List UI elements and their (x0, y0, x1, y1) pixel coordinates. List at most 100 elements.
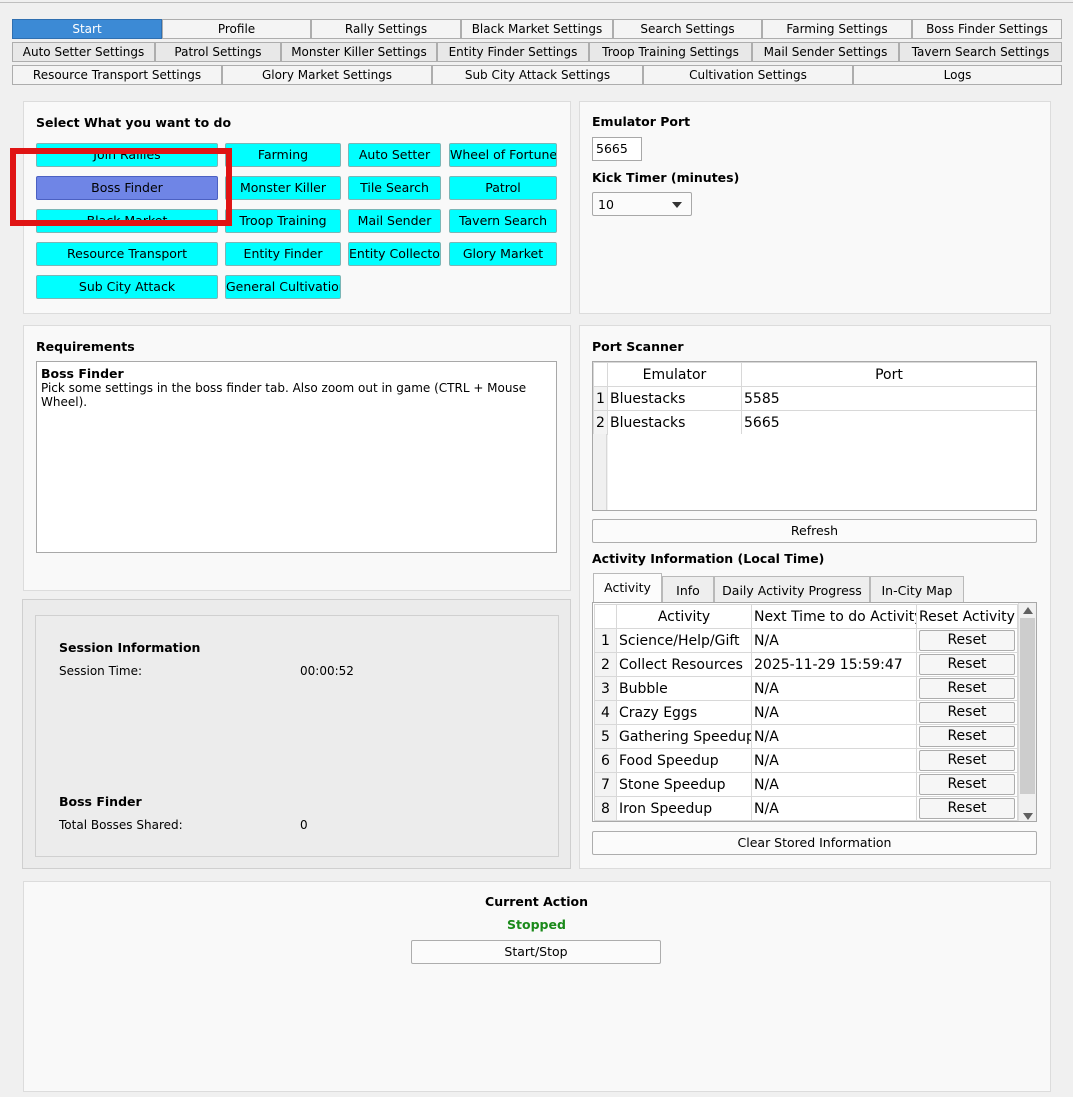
clear-stored-info-button[interactable]: Clear Stored Information (592, 831, 1037, 855)
tab-logs[interactable]: Logs (853, 65, 1062, 85)
activity-scrollbar[interactable] (1018, 603, 1036, 821)
activity-tab-daily-activity-progress[interactable]: Daily Activity Progress (714, 576, 870, 604)
kick-timer-select[interactable]: 10 (592, 192, 692, 216)
monster-killer-button[interactable]: Monster Killer (225, 176, 341, 200)
activity-name-cell[interactable]: Bubble (616, 676, 752, 701)
activity-row[interactable]: 8 Iron Speedup N/A Reset (594, 796, 1018, 821)
next-time-cell[interactable]: N/A (751, 676, 917, 701)
tavern-search-button[interactable]: Tavern Search (449, 209, 557, 233)
reset-cell: Reset (916, 652, 1018, 677)
wheel-of-fortune-button[interactable]: Wheel of Fortune (449, 143, 557, 167)
emulator-cell[interactable]: Bluestacks (607, 386, 742, 411)
reset-button[interactable]: Reset (919, 726, 1015, 747)
tab-tavern-search-settings[interactable]: Tavern Search Settings (899, 42, 1062, 62)
mail-sender-button[interactable]: Mail Sender (348, 209, 441, 233)
auto-setter-button[interactable]: Auto Setter (348, 143, 441, 167)
tile-search-button[interactable]: Tile Search (348, 176, 441, 200)
requirements-heading: Boss Finder (41, 366, 124, 381)
tab-farming-settings[interactable]: Farming Settings (762, 19, 912, 39)
next-time-cell[interactable]: N/A (751, 772, 917, 797)
next-time-cell[interactable]: N/A (751, 628, 917, 653)
emulator-port-input[interactable]: 5665 (592, 137, 642, 161)
scroll-down-icon[interactable] (1023, 813, 1033, 820)
tab-black-market-settings[interactable]: Black Market Settings (461, 19, 613, 39)
entity-collector-button[interactable]: Entity Collector (348, 242, 441, 266)
reset-button[interactable]: Reset (919, 702, 1015, 723)
reset-button[interactable]: Reset (919, 750, 1015, 771)
sub-city-attack-button[interactable]: Sub City Attack (36, 275, 218, 299)
activity-header-next-time[interactable]: Next Time to do Activity (751, 604, 917, 629)
start-stop-button[interactable]: Start/Stop (411, 940, 661, 964)
port-table-header-port[interactable]: Port (741, 362, 1036, 387)
activity-name-cell[interactable]: Food Speedup (616, 748, 752, 773)
reset-button[interactable]: Reset (919, 654, 1015, 675)
requirements-title: Requirements (36, 339, 135, 354)
tab-rally-settings[interactable]: Rally Settings (311, 19, 461, 39)
scroll-up-icon[interactable] (1023, 607, 1033, 614)
resource-transport-button[interactable]: Resource Transport (36, 242, 218, 266)
activity-tab-in-city-map[interactable]: In-City Map (870, 576, 964, 604)
tab-search-settings[interactable]: Search Settings (613, 19, 762, 39)
activity-name-cell[interactable]: Iron Speedup (616, 796, 752, 821)
port-table-row[interactable]: 2 Bluestacks 5665 (593, 410, 1036, 435)
port-table-header-emulator[interactable]: Emulator (607, 362, 742, 387)
tab-sub-city-attack-settings[interactable]: Sub City Attack Settings (432, 65, 643, 85)
activity-row[interactable]: 4 Crazy Eggs N/A Reset (594, 700, 1018, 725)
next-time-cell[interactable]: N/A (751, 700, 917, 725)
port-table-row[interactable]: 1 Bluestacks 5585 (593, 386, 1036, 411)
glory-market-button[interactable]: Glory Market (449, 242, 557, 266)
activity-row[interactable]: 1 Science/Help/Gift N/A Reset (594, 628, 1018, 653)
activity-row[interactable]: 2 Collect Resources 2025-11-29 15:59:47 Res… (594, 652, 1018, 677)
activity-name-cell[interactable]: Crazy Eggs (616, 700, 752, 725)
next-time-cell[interactable]: 2025-11-29 15:59:47 (751, 652, 917, 677)
activity-name-cell[interactable]: Science/Help/Gift (616, 628, 752, 653)
port-cell[interactable]: 5665 (741, 410, 1036, 435)
tab-start[interactable]: Start (12, 19, 162, 39)
total-bosses-label: Total Bosses Shared: (59, 818, 183, 832)
port-cell[interactable]: 5585 (741, 386, 1036, 411)
tab-profile[interactable]: Profile (162, 19, 311, 39)
tab-glory-market-settings[interactable]: Glory Market Settings (222, 65, 432, 85)
emulator-port-label: Emulator Port (592, 114, 691, 129)
tab-auto-setter-settings[interactable]: Auto Setter Settings (12, 42, 155, 62)
session-time-label: Session Time: (59, 664, 143, 678)
reset-button[interactable]: Reset (919, 678, 1015, 699)
farming-button[interactable]: Farming (225, 143, 341, 167)
activity-tab-activity[interactable]: Activity (593, 573, 662, 603)
activity-header-reset[interactable]: Reset Activity (916, 604, 1018, 629)
activity-header-activity[interactable]: Activity (616, 604, 752, 629)
activity-name-cell[interactable]: Collect Resources (616, 652, 752, 677)
activity-row[interactable]: 6 Food Speedup N/A Reset (594, 748, 1018, 773)
activity-name-cell[interactable]: Gathering Speedup (616, 724, 752, 749)
activity-row[interactable]: 3 Bubble N/A Reset (594, 676, 1018, 701)
tab-boss-finder-settings[interactable]: Boss Finder Settings (912, 19, 1062, 39)
reset-button[interactable]: Reset (919, 774, 1015, 795)
emulator-cell[interactable]: Bluestacks (607, 410, 742, 435)
activity-name-cell[interactable]: Stone Speedup (616, 772, 752, 797)
next-time-cell[interactable]: N/A (751, 796, 917, 821)
entity-finder-button[interactable]: Entity Finder (225, 242, 341, 266)
tab-patrol-settings[interactable]: Patrol Settings (155, 42, 281, 62)
reset-button[interactable]: Reset (919, 798, 1015, 819)
row-number: 8 (594, 796, 617, 821)
tab-monster-killer-settings[interactable]: Monster Killer Settings (281, 42, 437, 62)
activity-row[interactable]: 5 Gathering Speedup N/A Reset (594, 724, 1018, 749)
refresh-button[interactable]: Refresh (592, 519, 1037, 543)
scrollbar-thumb[interactable] (1020, 618, 1035, 794)
requirements-textbox[interactable]: Boss Finder Pick some settings in the bo… (36, 361, 557, 553)
tab-entity-finder-settings[interactable]: Entity Finder Settings (437, 42, 589, 62)
reset-button[interactable]: Reset (919, 630, 1015, 651)
next-time-cell[interactable]: N/A (751, 748, 917, 773)
general-cultivation-button[interactable]: General Cultivation (225, 275, 341, 299)
boss-finder-stats-title: Boss Finder (59, 794, 142, 809)
troop-training-button[interactable]: Troop Training (225, 209, 341, 233)
patrol-button[interactable]: Patrol (449, 176, 557, 200)
tab-troop-training-settings[interactable]: Troop Training Settings (589, 42, 752, 62)
tab-cultivation-settings[interactable]: Cultivation Settings (643, 65, 853, 85)
tab-resource-transport-settings[interactable]: Resource Transport Settings (12, 65, 222, 85)
activity-row[interactable]: 7 Stone Speedup N/A Reset (594, 772, 1018, 797)
tab-mail-sender-settings[interactable]: Mail Sender Settings (752, 42, 899, 62)
window-top-border (0, 0, 1073, 3)
activity-tab-info[interactable]: Info (662, 576, 714, 604)
next-time-cell[interactable]: N/A (751, 724, 917, 749)
